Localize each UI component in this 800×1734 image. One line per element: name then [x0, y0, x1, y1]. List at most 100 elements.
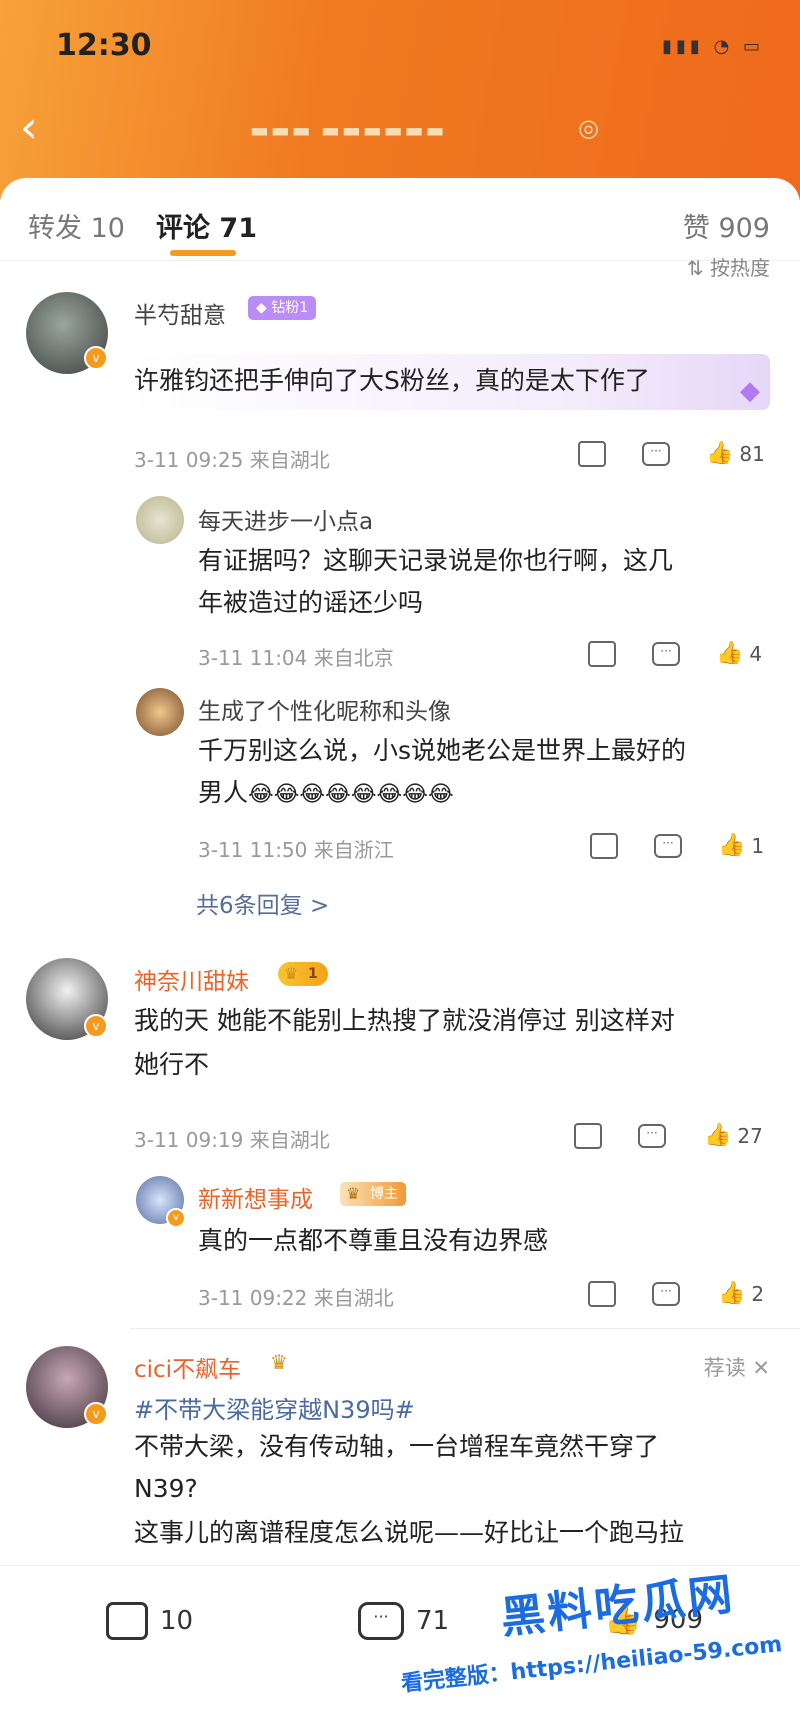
verified-icon: v: [84, 1402, 108, 1426]
crown-icon: ♛: [270, 1350, 288, 1374]
comment-author[interactable]: 半芍甜意: [134, 296, 226, 330]
share-icon[interactable]: [588, 1280, 616, 1307]
like-icon: 👍: [706, 441, 734, 466]
comment-author[interactable]: 神奈川甜妹: [134, 962, 249, 996]
like-icon: 👍: [716, 641, 744, 666]
like-button[interactable]: 👍 1: [718, 832, 764, 858]
comment-text: 这事儿的离谱程度怎么说呢——好比让一个跑马拉: [134, 1518, 685, 1547]
comment-icon[interactable]: ···: [652, 1280, 680, 1306]
comment-author[interactable]: cici不飙车: [134, 1350, 241, 1384]
reply-text: 有证据吗？这聊天记录说是你也行啊，这几: [198, 546, 674, 575]
sort-toggle[interactable]: ⇅ 按热度: [687, 252, 770, 281]
comment-icon: ···: [358, 1602, 404, 1640]
bottom-share-button[interactable]: 10: [106, 1602, 193, 1640]
comment-text: 许雅钧还把手伸向了大S粉丝，真的是太下作了: [134, 366, 650, 395]
status-icons: ▮▮▮ ◔ ▭: [662, 36, 764, 57]
bottom-comment-button[interactable]: ··· 71: [358, 1602, 449, 1640]
comment-text: N39?: [134, 1474, 198, 1503]
comment-text: 我的天 她能不能别上热搜了就没消停过 别这样对: [134, 1006, 675, 1035]
verified-icon: v: [84, 1014, 108, 1038]
crown-icon: ♛: [346, 1184, 361, 1203]
reply-text: 真的一点都不尊重且没有边界感: [198, 1226, 549, 1255]
like-button[interactable]: 👍 4: [716, 640, 762, 666]
avatar[interactable]: [136, 496, 184, 544]
share-icon: [106, 1602, 148, 1640]
comment-actions: ··· 👍 27: [574, 1122, 784, 1152]
blogger-label: 博主: [370, 1186, 398, 1202]
like-button[interactable]: 👍 2: [718, 1280, 764, 1306]
comment-divider: [130, 1328, 800, 1329]
reply-author[interactable]: 每天进步一小点a: [198, 502, 373, 536]
top-header: 12:30 ▮▮▮ ◔ ▭ ‹ ▬▬▬ ▬▬▬▬▬▬ ◎: [0, 0, 800, 200]
sort-label: 按热度: [710, 256, 770, 280]
share-icon[interactable]: [574, 1122, 602, 1149]
diamond-icon: ◆: [740, 376, 760, 406]
share-icon[interactable]: [588, 640, 616, 667]
reply-meta: 3-11 11:50 来自浙江: [198, 838, 394, 862]
comment-icon[interactable]: ···: [652, 640, 680, 666]
blogger-badge: ♛ 博主: [340, 1182, 406, 1206]
fan-rank-badge: ◆ 钻粉1: [248, 296, 317, 320]
reply-text: 男人😂😂😂😂😂😂😂😂: [198, 772, 454, 816]
recommend-dismiss[interactable]: 荐读 ✕: [704, 1352, 770, 1382]
comment-meta: 3-11 09:25 来自湖北: [134, 448, 330, 472]
reply-text-line2: 男人: [198, 778, 249, 807]
like-count: 4: [749, 641, 763, 666]
reply-meta: 3-11 11:04 来自北京: [198, 646, 394, 670]
tab-forward-label: 转发: [28, 213, 82, 244]
share-icon[interactable]: [590, 832, 618, 859]
crown-icon: ♛: [284, 964, 299, 983]
comment-actions: ··· 👍 81: [578, 440, 778, 470]
reply-actions: ··· 👍 4: [588, 640, 778, 670]
tab-active-indicator: [170, 250, 236, 256]
tab-forward[interactable]: 转发 10: [28, 206, 125, 245]
reply-actions: ··· 👍 1: [590, 832, 780, 862]
like-count: 2: [751, 1281, 765, 1306]
like-button[interactable]: 👍 81: [706, 440, 765, 466]
tab-forward-count: 10: [90, 213, 125, 244]
reply-author[interactable]: 新新想事成: [198, 1180, 313, 1214]
comment-meta: 3-11 09:19 来自湖北: [134, 1128, 330, 1152]
tab-comment-label: 评论: [156, 213, 210, 244]
fan-rank-label: 钻粉1: [271, 300, 309, 316]
verified-icon: v: [166, 1208, 186, 1228]
comment-text: 不带大梁，没有传动轴，一台增程车竟然干穿了: [134, 1432, 660, 1461]
tab-comment-count: 71: [219, 213, 257, 244]
like-icon: 👍: [718, 1281, 746, 1306]
tab-like[interactable]: 赞 909: [683, 206, 770, 245]
verified-icon: v: [84, 346, 108, 370]
tab-like-count: 909: [718, 213, 770, 244]
reply-actions: ··· 👍 2: [588, 1280, 782, 1310]
comment-icon[interactable]: ···: [642, 440, 670, 466]
comment-text: 她行不: [134, 1050, 210, 1079]
comment-icon[interactable]: ···: [638, 1122, 666, 1148]
status-time: 12:30: [56, 28, 152, 63]
tab-bar: 转发 10 评论 71 赞 909: [0, 178, 800, 258]
comment-sheet: 转发 10 评论 71 赞 909 ⇅ 按热度: [0, 178, 800, 1733]
like-icon: 👍: [704, 1123, 732, 1148]
reply-text: 千万别这么说，小s说她老公是世界上最好的: [198, 736, 687, 765]
header-title-blurred: ▬▬▬ ▬▬▬▬▬▬: [250, 118, 447, 142]
reply-text: 年被造过的谣还少吗: [198, 588, 424, 617]
member-level: 1: [308, 966, 318, 982]
comment-count: 71: [416, 1606, 450, 1636]
like-count: 27: [737, 1123, 763, 1148]
share-icon[interactable]: [578, 440, 606, 467]
header-badge-icon: ◎: [578, 114, 599, 142]
like-count: 1: [751, 833, 765, 858]
hashtag-link[interactable]: #不带大梁能穿越N39吗#: [134, 1390, 415, 1425]
tab-comment[interactable]: 评论 71: [156, 206, 257, 245]
tabs-divider: [0, 260, 800, 261]
reply-author[interactable]: 生成了个性化昵称和头像: [198, 692, 451, 726]
like-icon: 👍: [718, 833, 746, 858]
back-icon[interactable]: ‹: [20, 106, 38, 150]
member-badge: ♛ 1: [278, 962, 328, 986]
comment-icon[interactable]: ···: [654, 832, 682, 858]
avatar[interactable]: [136, 688, 184, 736]
more-replies-link[interactable]: 共6条回复 >: [196, 886, 329, 920]
reply-meta: 3-11 09:22 来自湖北: [198, 1286, 394, 1310]
share-count: 10: [160, 1606, 194, 1636]
like-button[interactable]: 👍 27: [704, 1122, 763, 1148]
tab-like-label: 赞: [682, 213, 710, 244]
like-count: 81: [739, 441, 765, 466]
